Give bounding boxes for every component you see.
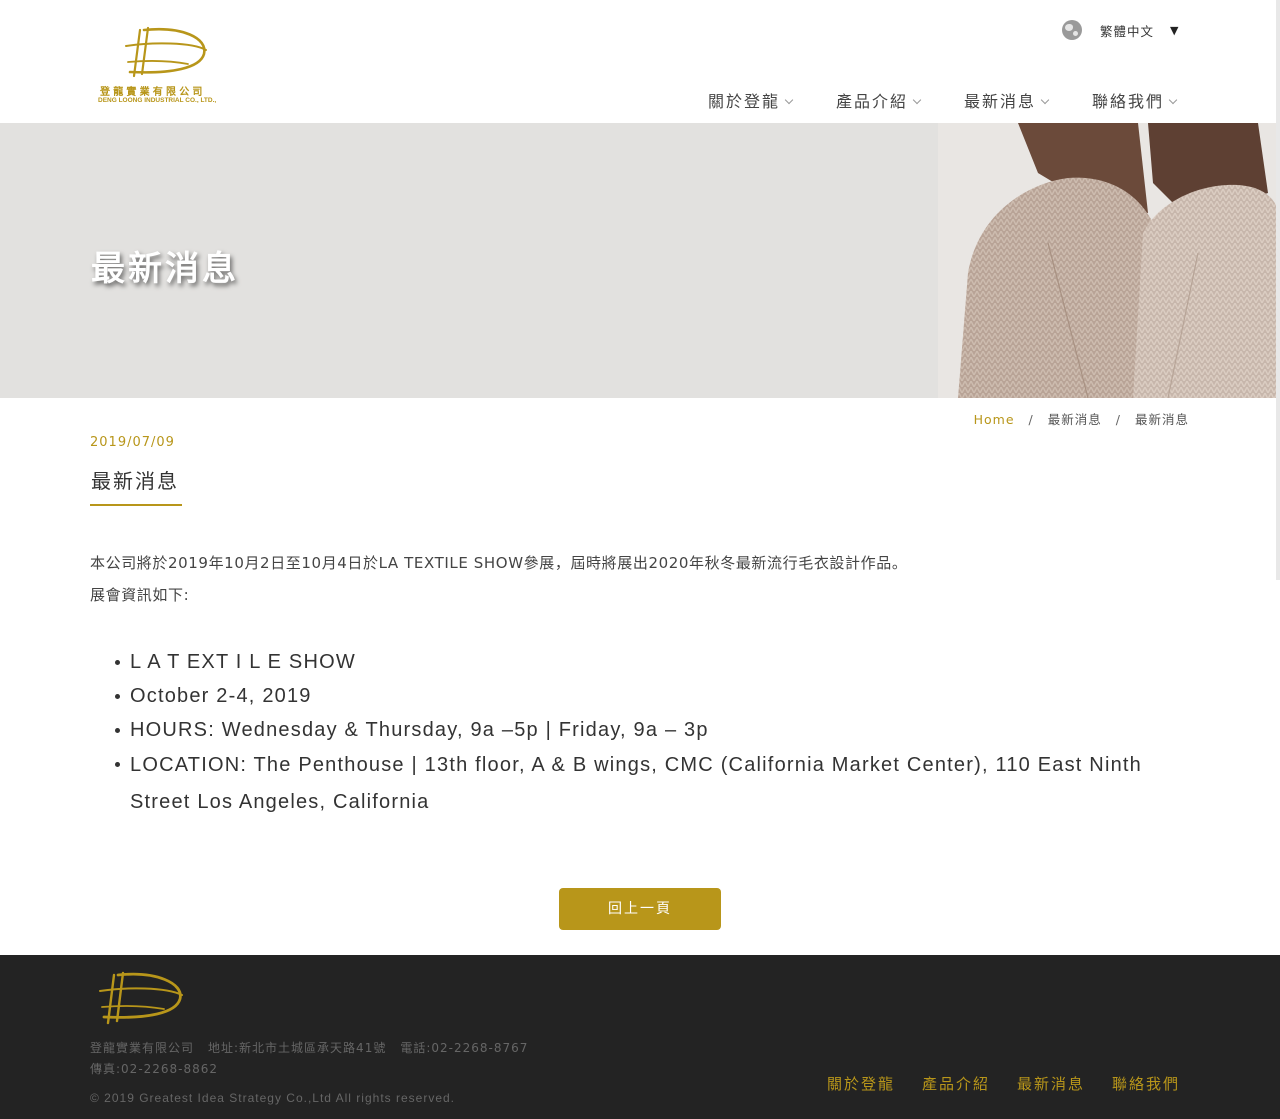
footer-phone: 電話:02-2268-8767	[400, 1041, 529, 1055]
language-label: 繁體中文	[1100, 23, 1155, 39]
article-date: 2019/07/09	[90, 435, 175, 450]
nav-item-contact[interactable]: 聯絡我們	[1092, 88, 1178, 112]
list-item: L A T EXT I L E SHOW	[115, 645, 1200, 679]
dropdown-arrow-icon[interactable]: ▼	[1170, 24, 1178, 37]
banner-photo	[938, 123, 1280, 398]
nav-item-label: 產品介紹	[836, 92, 909, 111]
event-info-list: L A T EXT I L E SHOW October 2-4, 2019 H…	[115, 645, 1200, 821]
chevron-down-icon	[1168, 95, 1178, 105]
chevron-down-icon	[912, 95, 922, 105]
site-footer: 登龍實業有限公司 地址:新北市土城區承天路41號 電話:02-2268-8767 傳…	[0, 955, 1280, 1119]
breadcrumb-item[interactable]: 最新消息	[1048, 412, 1102, 427]
footer-fax: 傳真:02-2268-8862	[90, 1062, 219, 1076]
scrollbar[interactable]	[1276, 0, 1280, 580]
chevron-down-icon	[784, 95, 794, 105]
chevron-down-icon	[1040, 95, 1050, 105]
article-title: 最新消息	[91, 469, 179, 493]
globe-icon	[1062, 20, 1082, 40]
list-item: October 2-4, 2019	[115, 679, 1200, 713]
nav-item-label: 關於登龍	[708, 92, 781, 111]
article-paragraph: 展會資訊如下:	[90, 586, 190, 604]
breadcrumb-separator: /	[1115, 412, 1121, 427]
nav-item-label: 聯絡我們	[1092, 92, 1165, 111]
footer-nav-news[interactable]: 最新消息	[1017, 1073, 1085, 1094]
nav-item-label: 最新消息	[964, 92, 1037, 111]
breadcrumb-home[interactable]: Home	[974, 412, 1015, 427]
footer-nav-about[interactable]: 關於登龍	[827, 1073, 895, 1094]
article-paragraph: 本公司將於2019年10月2日至10月4日於LA TEXTILE SHOW參展，…	[90, 554, 908, 572]
language-selector[interactable]: 繁體中文 ▼	[1062, 19, 1178, 41]
breadcrumb: Home / 最新消息 / 最新消息	[974, 409, 1189, 428]
logo-mark-icon	[125, 26, 207, 78]
footer-logo-icon[interactable]	[96, 967, 186, 1025]
banner-title: 最新消息	[91, 249, 239, 289]
nav-item-news[interactable]: 最新消息	[964, 88, 1050, 112]
footer-company: 登龍實業有限公司	[90, 1041, 195, 1055]
title-underline	[90, 504, 182, 506]
footer-address: 地址:新北市土城區承天路41號	[208, 1041, 387, 1055]
site-header: 登龍實業有限公司 DENG LOONG INDUSTRIAL CO., LTD.…	[0, 0, 1280, 123]
main-nav: 關於登龍 產品介紹 最新消息 聯絡我們	[0, 88, 1280, 114]
footer-nav-contact[interactable]: 聯絡我們	[1112, 1073, 1180, 1094]
list-item: HOURS: Wednesday & Thursday, 9a –5p | Fr…	[115, 713, 1200, 747]
back-button[interactable]: 回上一頁	[559, 888, 721, 930]
footer-copyright: © 2019 Greatest Idea Strategy Co.,Ltd Al…	[90, 1091, 456, 1105]
footer-contact-info: 登龍實業有限公司 地址:新北市土城區承天路41號 電話:02-2268-8767 傳…	[90, 1038, 528, 1080]
footer-nav-products[interactable]: 產品介紹	[922, 1073, 990, 1094]
page-banner: 最新消息	[0, 123, 1280, 398]
nav-item-about[interactable]: 關於登龍	[708, 88, 794, 112]
list-item: LOCATION: The Penthouse | 13th floor, A …	[115, 747, 1200, 821]
breadcrumb-current: 最新消息	[1134, 412, 1189, 427]
breadcrumb-separator: /	[1028, 412, 1034, 427]
nav-item-products[interactable]: 產品介紹	[836, 88, 922, 112]
